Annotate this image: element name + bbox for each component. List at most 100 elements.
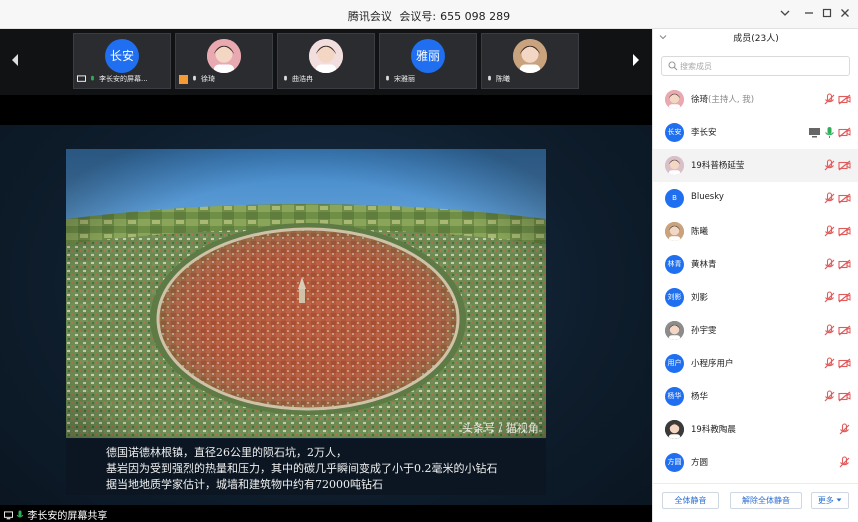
camera-off-icon[interactable] xyxy=(838,291,851,304)
mic-icon[interactable] xyxy=(823,126,836,139)
member-name: 陈曦 xyxy=(691,225,708,237)
chevron-left-icon[interactable] xyxy=(8,53,22,71)
mic-icon xyxy=(16,510,24,518)
member-status-icons xyxy=(806,126,851,139)
member-row[interactable]: 用户 小程序用户 xyxy=(653,347,858,380)
screen-share-icon xyxy=(77,74,86,84)
avatar xyxy=(665,222,684,241)
mic-muted-icon[interactable] xyxy=(823,324,836,337)
close-icon[interactable] xyxy=(838,7,852,21)
collapse-chevron-icon[interactable] xyxy=(659,29,667,49)
camera-off-icon[interactable] xyxy=(838,192,851,205)
participant-name: 宋雅丽 xyxy=(394,75,415,83)
panel-header: 成员(23人) xyxy=(653,29,858,49)
mic-muted-icon[interactable] xyxy=(823,225,836,238)
member-name-text: Bluesky xyxy=(691,192,724,202)
mic-icon xyxy=(88,75,97,84)
member-name: 方圆 xyxy=(691,456,708,468)
video-thumbnail[interactable]: 曲浩冉 xyxy=(277,33,375,89)
chevron-right-icon[interactable] xyxy=(629,53,643,71)
screen-share-icon xyxy=(4,511,13,520)
mic-muted-icon[interactable] xyxy=(823,390,836,403)
camera-off-icon[interactable] xyxy=(838,159,851,172)
video-thumbnail[interactable]: 雅丽 宋雅丽 xyxy=(379,33,477,89)
camera-off-icon[interactable] xyxy=(838,390,851,403)
camera-off-icon[interactable] xyxy=(838,258,851,271)
member-row[interactable]: 19科普杨延莹 xyxy=(653,149,858,182)
member-row[interactable]: 刘影 刘影 xyxy=(653,281,858,314)
mic-muted-icon[interactable] xyxy=(838,423,851,436)
minimize-icon[interactable] xyxy=(802,7,816,21)
member-name: 孙宇雯 xyxy=(691,324,717,336)
unmute-all-button[interactable]: 解除全体静音 xyxy=(730,492,802,509)
meeting-id: 655 098 289 xyxy=(440,10,511,23)
screen-share-icon[interactable] xyxy=(808,126,821,139)
member-name-text: 刘影 xyxy=(691,293,709,303)
mic-muted-icon[interactable] xyxy=(823,258,836,271)
avatar: 林青 xyxy=(665,255,684,274)
avatar xyxy=(665,321,684,340)
member-status-icons xyxy=(821,258,851,271)
avatar: 长安 xyxy=(105,39,139,73)
mute-all-button[interactable]: 全体静音 xyxy=(662,492,719,509)
host-badge-icon xyxy=(179,74,188,84)
strip-gap xyxy=(0,95,652,125)
video-thumbnail[interactable]: 陈曦 xyxy=(481,33,579,89)
camera-off-icon[interactable] xyxy=(838,357,851,370)
avatar: 方圆 xyxy=(665,453,684,472)
mic-muted-icon[interactable] xyxy=(838,456,851,469)
more-label: 更多 xyxy=(817,496,834,505)
camera-off-icon[interactable] xyxy=(838,225,851,238)
avatar: 杨华 xyxy=(665,387,684,406)
video-thumbnail[interactable]: 长安 李长安的屏幕... xyxy=(73,33,171,89)
camera-off-icon[interactable] xyxy=(838,126,851,139)
maximize-icon[interactable] xyxy=(820,7,834,21)
more-button[interactable]: 更多 xyxy=(811,492,849,509)
member-name: 刘影 xyxy=(691,291,708,303)
mic-muted-icon[interactable] xyxy=(823,192,836,205)
member-row[interactable]: 林青 黄林青 xyxy=(653,248,858,281)
member-name-text: 李长安 xyxy=(691,128,717,138)
avatar xyxy=(665,420,684,439)
member-name: 小程序用户 xyxy=(691,357,734,369)
member-search-input[interactable] xyxy=(680,59,845,73)
member-name: Bluesky xyxy=(691,192,724,202)
member-search-box[interactable] xyxy=(661,56,850,76)
member-name-text: 小程序用户 xyxy=(691,359,734,369)
camera-off-icon[interactable] xyxy=(838,324,851,337)
members-list: 徐琦(主持人, 我) 长安 李长安 19科普杨延莹 B Bluesky 陈曦 林青 黄林青 刘影刘… xyxy=(653,83,858,479)
caption-line-2: 基岩因为受到强烈的热量和压力，其中的碳几乎瞬间变成了小于0.2毫米的小钻石 xyxy=(106,462,498,475)
mic-muted-icon[interactable] xyxy=(823,159,836,172)
member-name: 19科普杨延莹 xyxy=(691,159,744,171)
member-row[interactable]: 方圆 方圆 xyxy=(653,446,858,479)
member-status-icons xyxy=(836,456,851,469)
member-row[interactable]: 陈曦 xyxy=(653,215,858,248)
mic-muted-icon[interactable] xyxy=(823,357,836,370)
participant-name: 曲浩冉 xyxy=(292,75,313,83)
member-name-text: 杨华 xyxy=(691,392,709,402)
members-count-title: 成员(23人) xyxy=(733,34,779,44)
chevron-down-icon[interactable] xyxy=(778,7,792,21)
member-row[interactable]: 徐琦(主持人, 我) xyxy=(653,83,858,116)
avatar xyxy=(665,90,684,109)
member-row[interactable]: 杨华 杨华 xyxy=(653,380,858,413)
video-thumbnail[interactable]: 徐琦 xyxy=(175,33,273,89)
member-role: (主持人, 我) xyxy=(708,95,755,105)
mic-muted-icon[interactable] xyxy=(823,291,836,304)
member-row[interactable]: 长安 李长安 xyxy=(653,116,858,149)
camera-off-icon[interactable] xyxy=(838,93,851,106)
screen-share-label-bar: 李长安的屏幕共享 xyxy=(0,505,652,522)
avatar: B xyxy=(665,189,684,208)
member-row[interactable]: B Bluesky xyxy=(653,182,858,215)
photo-watermark: 头条号 / 猫视角 xyxy=(462,421,539,435)
mic-muted-icon[interactable] xyxy=(823,93,836,106)
member-name-text: 黄林青 xyxy=(691,260,717,270)
member-row[interactable]: 19科教陶晨 xyxy=(653,413,858,446)
avatar: 用户 xyxy=(665,354,684,373)
member-status-icons xyxy=(821,291,851,304)
avatar xyxy=(309,39,343,73)
panel-footer: 全体静音 解除全体静音 更多 xyxy=(653,483,858,522)
caption-line-3: 据当地地质学家估计，城墙和建筑物中约有72000吨钻石 xyxy=(106,478,383,491)
member-row[interactable]: 孙宇雯 xyxy=(653,314,858,347)
member-name-text: 19科普杨延莹 xyxy=(691,161,745,171)
